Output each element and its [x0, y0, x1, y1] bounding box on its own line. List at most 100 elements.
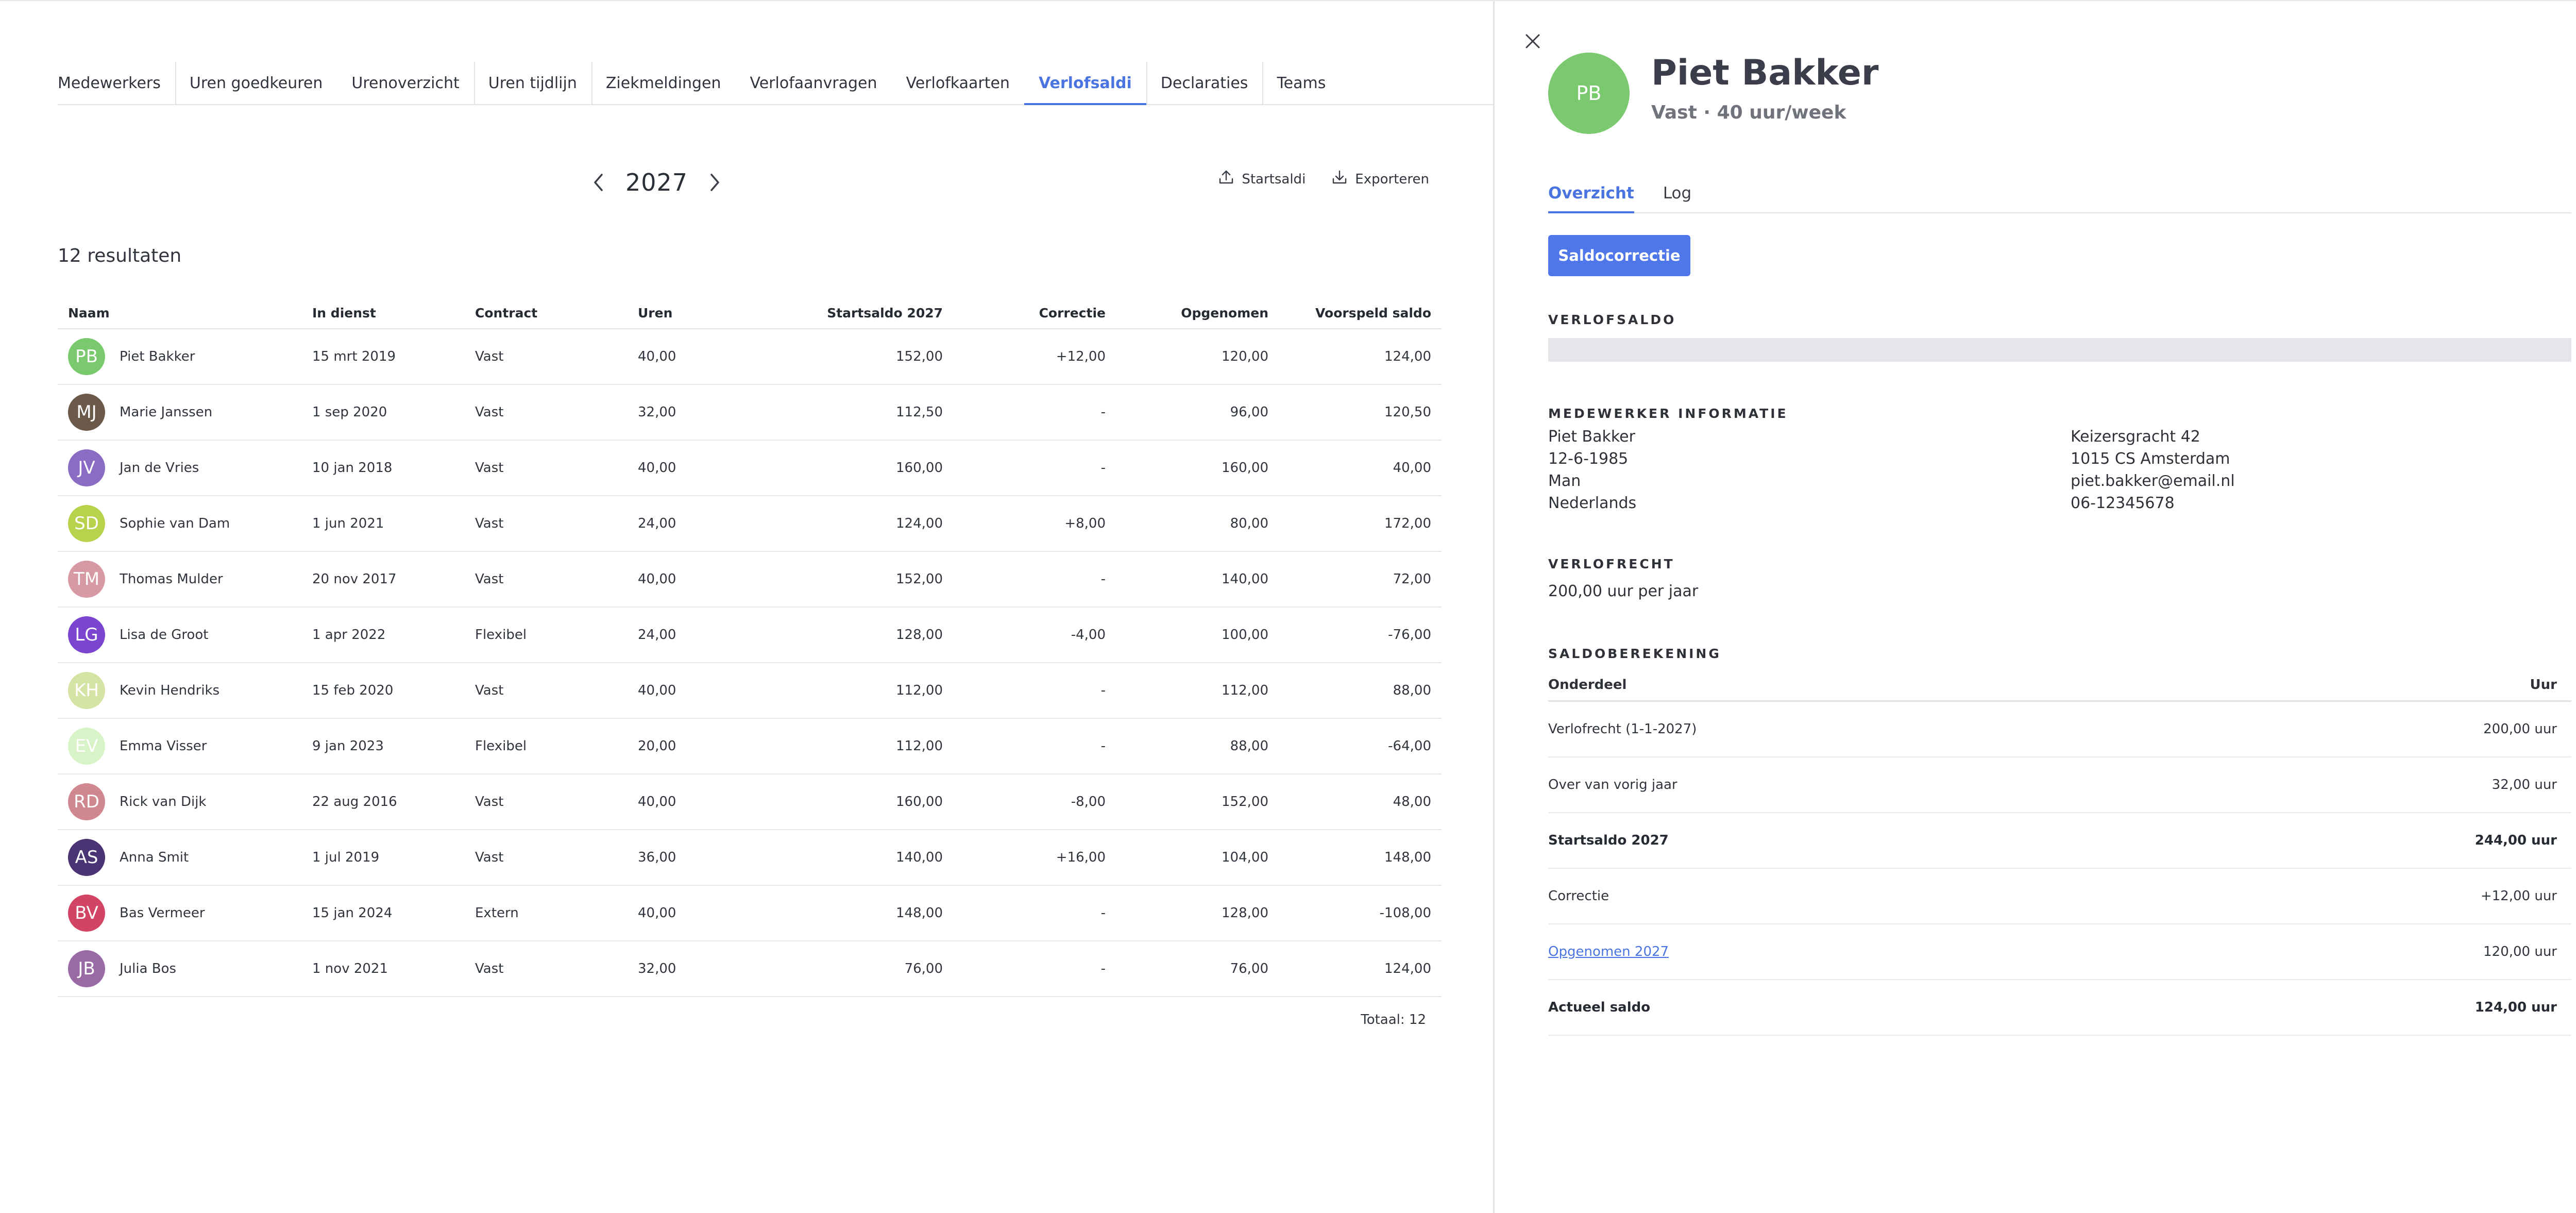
chevron-left-icon[interactable]: [587, 171, 610, 194]
cell-uren: 24,00: [628, 496, 790, 552]
cell-voorspeld-saldo: 48,00: [1279, 774, 1442, 830]
employee-name[interactable]: Lisa de Groot: [120, 627, 209, 643]
employee-name[interactable]: Rick van Dijk: [120, 794, 207, 810]
column-header-naam[interactable]: Naam: [58, 298, 302, 329]
tab-bar: Medewerkers Uren goedkeuren Urenoverzicht U…: [58, 62, 1493, 105]
employee-name[interactable]: Piet Bakker: [120, 349, 195, 364]
column-header-startsaldo[interactable]: Startsaldo 2027: [790, 298, 953, 329]
table-row[interactable]: JV Jan de Vries 10 jan 2018 Vast 40,00 160,00…: [58, 440, 1442, 496]
calc-label: Over van vorig jaar: [1548, 777, 1677, 793]
employee-name[interactable]: Jan de Vries: [120, 460, 199, 476]
year-label: 2027: [625, 169, 688, 196]
cell-startsaldo: 128,00: [790, 607, 953, 663]
table-row[interactable]: TM Thomas Mulder 20 nov 2017 Vast 40,00 152,0…: [58, 551, 1442, 608]
cell-in-dienst: 15 jan 2024: [302, 885, 465, 941]
calc-row: Correctie +12,00 uur: [1548, 869, 2571, 924]
calc-header-onderdeel: Onderdeel: [1548, 677, 1627, 693]
tab-ziekmeldingen[interactable]: Ziekmeldingen: [591, 62, 736, 104]
cell-uren: 32,00: [628, 384, 790, 441]
calc-label: Startsaldo 2027: [1548, 833, 1669, 848]
avatar: AS: [68, 839, 105, 876]
table-row[interactable]: SD Sophie van Dam 1 jun 2021 Vast 24,00 124,0…: [58, 496, 1442, 552]
startsaldi-button[interactable]: Startsaldi: [1218, 169, 1306, 189]
table-row[interactable]: MJ Marie Janssen 1 sep 2020 Vast 32,00 112,50…: [58, 384, 1442, 441]
tab-uren-tijdlijn[interactable]: Uren tijdlijn: [473, 62, 591, 104]
cell-in-dienst: 1 jul 2019: [302, 830, 465, 886]
cell-in-dienst: 22 aug 2016: [302, 774, 465, 830]
column-header-in-dienst[interactable]: In dienst: [302, 298, 465, 329]
cell-startsaldo: 112,00: [790, 663, 953, 719]
cell-voorspeld-saldo: 148,00: [1279, 830, 1442, 886]
exporteren-button[interactable]: Exporteren: [1331, 169, 1429, 189]
employee-name[interactable]: Kevin Hendriks: [120, 683, 219, 698]
saldocorrectie-button[interactable]: Saldocorrectie: [1548, 235, 1690, 276]
column-header-correctie[interactable]: Correctie: [953, 298, 1116, 329]
avatar: SD: [68, 505, 105, 542]
cell-startsaldo: 112,00: [790, 718, 953, 774]
tab-teams[interactable]: Teams: [1262, 62, 1340, 104]
cell-naam: JB Julia Bos: [58, 941, 302, 997]
table-row[interactable]: AS Anna Smit 1 jul 2019 Vast 36,00 140,00 +16,…: [58, 830, 1442, 886]
tab-urenoverzicht[interactable]: Urenoverzicht: [337, 62, 473, 104]
cell-in-dienst: 15 feb 2020: [302, 663, 465, 719]
cell-opgenomen: 160,00: [1116, 440, 1279, 496]
cell-voorspeld-saldo: -64,00: [1279, 718, 1442, 774]
calc-rows: Verlofrecht (1-1-2027) 200,00 uur Over van…: [1548, 702, 2571, 1036]
avatar: PB: [1548, 53, 1630, 134]
cell-correctie: -: [953, 663, 1116, 719]
tab-declaraties[interactable]: Declaraties: [1146, 62, 1263, 104]
calc-label: Actueel saldo: [1548, 1000, 1651, 1015]
cell-contract: Extern: [465, 885, 628, 941]
name-cell: EV Emma Visser: [68, 728, 292, 765]
employee-name[interactable]: Marie Janssen: [120, 405, 212, 420]
cell-in-dienst: 20 nov 2017: [302, 551, 465, 608]
table-row[interactable]: LG Lisa de Groot 1 apr 2022 Flexibel 24,00 12…: [58, 607, 1442, 663]
cell-startsaldo: 152,00: [790, 329, 953, 385]
table-row[interactable]: JB Julia Bos 1 nov 2021 Vast 32,00 76,00-76,0…: [58, 941, 1442, 997]
tab-verlofaanvragen[interactable]: Verlofaanvragen: [736, 62, 892, 104]
column-header-opgenomen[interactable]: Opgenomen: [1116, 298, 1279, 329]
saldo-calculation-table: Onderdeel Uur Verlofrecht (1-1-2027) 200,…: [1548, 669, 2571, 1036]
cell-contract: Vast: [465, 941, 628, 997]
column-header-voorspeld-saldo[interactable]: Voorspeld saldo: [1279, 298, 1442, 329]
table-row[interactable]: EV Emma Visser 9 jan 2023 Flexibel 20,00 112,…: [58, 718, 1442, 774]
cell-uren: 32,00: [628, 941, 790, 997]
column-header-uren[interactable]: Uren: [628, 298, 790, 329]
employee-name[interactable]: Emma Visser: [120, 738, 207, 754]
employee-name[interactable]: Sophie van Dam: [120, 516, 230, 531]
calc-value: 120,00 uur: [2483, 944, 2557, 959]
employee-subtitle: Vast · 40 uur/week: [1651, 102, 1846, 123]
cell-in-dienst: 1 sep 2020: [302, 384, 465, 441]
opgenomen-link[interactable]: Opgenomen 2027: [1548, 944, 1669, 959]
cell-uren: 40,00: [628, 551, 790, 608]
table-row[interactable]: BV Bas Vermeer 15 jan 2024 Extern 40,00 148,0…: [58, 885, 1442, 941]
cell-contract: Vast: [465, 663, 628, 719]
close-icon[interactable]: [1521, 30, 1544, 53]
table-row[interactable]: RD Rick van Dijk 22 aug 2016 Vast 40,00 160,0…: [58, 774, 1442, 830]
cell-startsaldo: 160,00: [790, 774, 953, 830]
cell-uren: 20,00: [628, 718, 790, 774]
cell-opgenomen: 140,00: [1116, 551, 1279, 608]
tab-overzicht[interactable]: Overzicht: [1548, 174, 1634, 213]
employee-name: Piet Bakker: [1651, 53, 1879, 93]
chevron-right-icon[interactable]: [703, 171, 726, 194]
cell-in-dienst: 15 mrt 2019: [302, 329, 465, 385]
employee-name[interactable]: Anna Smit: [120, 850, 189, 865]
tab-log[interactable]: Log: [1663, 174, 1691, 212]
info-right-line: piet.bakker@email.nl: [2071, 472, 2235, 490]
tab-medewerkers[interactable]: Medewerkers: [58, 62, 175, 104]
employee-name[interactable]: Julia Bos: [120, 961, 176, 976]
tab-verlofsaldi[interactable]: Verlofsaldi: [1024, 62, 1146, 105]
cell-startsaldo: 148,00: [790, 885, 953, 941]
cell-opgenomen: 120,00: [1116, 329, 1279, 385]
tab-uren-goedkeuren[interactable]: Uren goedkeuren: [175, 62, 337, 104]
cell-naam: BV Bas Vermeer: [58, 885, 302, 941]
employee-name[interactable]: Bas Vermeer: [120, 905, 205, 921]
medewerker-informatie-heading: MEDEWERKER INFORMATIE: [1548, 406, 1788, 421]
tab-verlofkaarten[interactable]: Verlofkaarten: [892, 62, 1024, 104]
column-header-contract[interactable]: Contract: [465, 298, 628, 329]
employee-name[interactable]: Thomas Mulder: [120, 571, 223, 587]
name-cell: JB Julia Bos: [68, 950, 292, 987]
table-row[interactable]: PB Piet Bakker 15 mrt 2019 Vast 40,00 152,00 +…: [58, 329, 1442, 385]
table-row[interactable]: KH Kevin Hendriks 15 feb 2020 Vast 40,00 112,…: [58, 663, 1442, 719]
